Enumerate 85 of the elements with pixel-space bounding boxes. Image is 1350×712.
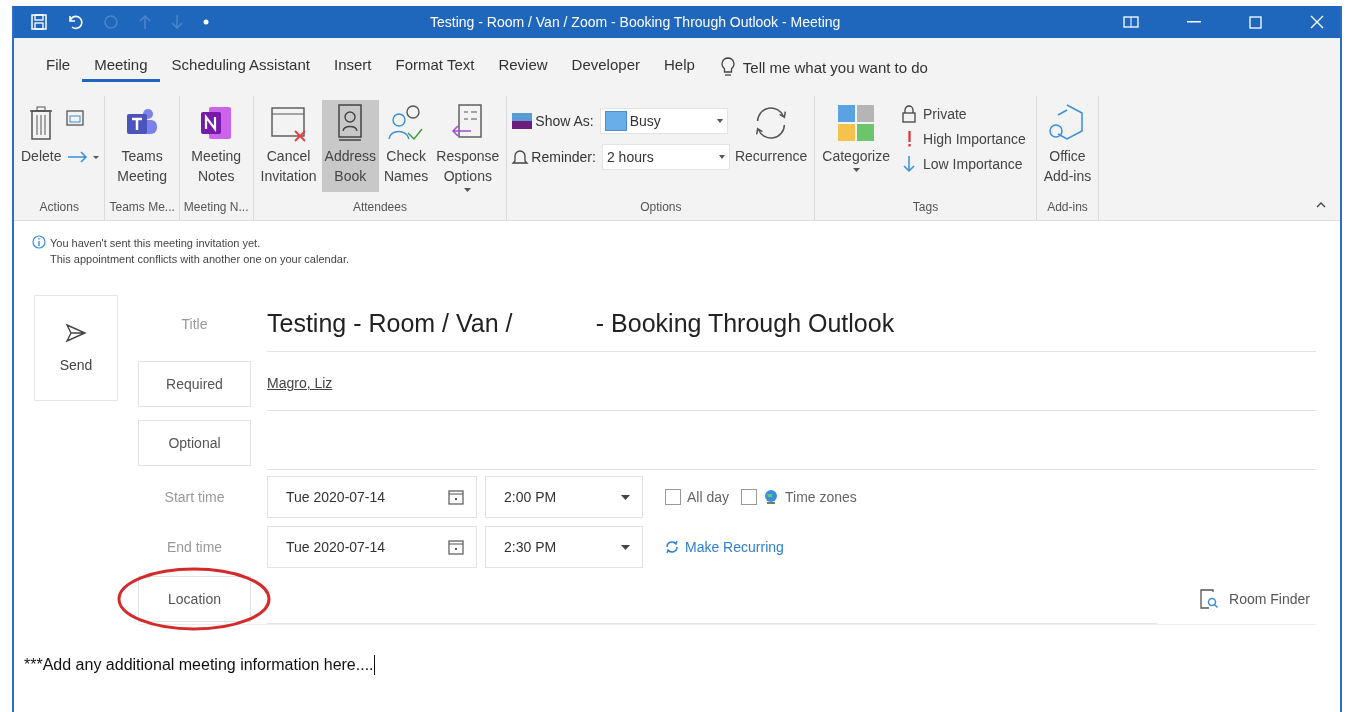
ribbon-tab[interactable]: Developer xyxy=(559,52,652,82)
tell-me-search[interactable]: Tell me what you want to do xyxy=(742,58,928,76)
date-field[interactable]: Tue 2020-07-14 xyxy=(267,526,477,568)
lock-icon xyxy=(901,105,917,123)
time-label: Start time xyxy=(163,489,226,505)
attendee-link[interactable]: Magro, Liz xyxy=(267,375,333,391)
ribbon-display-icon[interactable] xyxy=(1123,16,1139,28)
ribbon-button[interactable]: Office Add-ins xyxy=(1040,100,1095,192)
title-field[interactable]: Testing - Room / Van / - Booking Through Outlook xyxy=(267,308,895,338)
ribbon-tab[interactable]: Format Text xyxy=(383,52,487,82)
recurrence-icon xyxy=(665,540,679,554)
ribbon-button[interactable]: Address Book xyxy=(321,100,379,192)
down-arrow-icon xyxy=(170,13,184,31)
title-label: Title xyxy=(180,315,209,332)
room-finder-button[interactable]: Room Finder xyxy=(1193,588,1316,610)
info-icon xyxy=(32,235,46,249)
make-recurring-link[interactable]: Make Recurring xyxy=(665,539,784,555)
ribbon-small-button[interactable]: High Importance xyxy=(895,130,1032,148)
calendar-icon[interactable] xyxy=(66,110,85,126)
group-label: Actions xyxy=(39,200,79,216)
caret-icon xyxy=(621,544,630,550)
ribbon-tab[interactable]: Meeting xyxy=(82,52,160,82)
ribbon-button[interactable]: Delete xyxy=(18,100,65,192)
ribbon-button[interactable]: Categorize xyxy=(819,100,893,192)
ribbon-button[interactable]: Teams Meeting xyxy=(114,100,171,192)
info-message: You haven't sent this meeting invitation yet. xyxy=(50,236,262,251)
ribbon-tab[interactable]: Insert xyxy=(321,52,384,82)
ribbon-tab[interactable]: Help xyxy=(651,52,707,82)
time-zones-checkbox[interactable]: Time zones xyxy=(741,489,857,505)
caret-icon xyxy=(716,119,723,123)
field-label: Reminder: xyxy=(531,149,596,165)
group-label: Meeting N... xyxy=(183,200,249,216)
calendar-icon[interactable] xyxy=(448,539,464,555)
ribbon-tab[interactable]: Review xyxy=(486,52,560,82)
text-cursor xyxy=(373,655,375,675)
categorize-icon xyxy=(836,102,877,144)
ribbon-button[interactable]: Cancel Invitation xyxy=(257,100,320,192)
collapse-ribbon-icon[interactable] xyxy=(1316,202,1326,208)
location-button[interactable]: Location xyxy=(138,576,251,622)
save-icon[interactable] xyxy=(30,13,48,31)
dropdown-field[interactable]: Busy xyxy=(599,108,728,134)
message-body[interactable]: ***Add any additional meeting information here.... xyxy=(24,656,374,674)
up-arrow-icon xyxy=(138,13,152,31)
send-button[interactable]: Send xyxy=(34,295,118,401)
maximize-icon[interactable] xyxy=(1249,15,1262,29)
calendar-icon[interactable] xyxy=(448,489,464,505)
optional-button[interactable]: Optional xyxy=(138,419,251,466)
down-arrow-icon xyxy=(901,155,917,173)
ribbon-button[interactable]: Response Options xyxy=(433,100,503,194)
status-icon xyxy=(511,111,534,131)
lightbulb-icon xyxy=(720,57,735,77)
send-icon xyxy=(65,323,87,343)
group-label: Options xyxy=(640,200,682,216)
ribbon-button[interactable]: Recurrence xyxy=(731,100,811,192)
close-icon[interactable] xyxy=(1310,15,1324,29)
ribbon-button[interactable]: Check Names xyxy=(380,100,432,192)
window-title: Testing - Room / Van / Zoom - Booking Through Outlook - Meeting xyxy=(430,14,842,30)
forward-arrow-icon[interactable] xyxy=(66,150,101,164)
required-button[interactable]: Required xyxy=(138,360,251,407)
customize-icon[interactable] xyxy=(202,18,210,26)
caret-icon xyxy=(718,155,725,159)
info-message: This appointment conflicts with another one on your calendar. xyxy=(50,252,349,267)
time-label: End time xyxy=(165,539,224,555)
time-dropdown[interactable]: 2:00 PM xyxy=(485,476,643,518)
bell-icon xyxy=(511,148,530,166)
ribbon-tab[interactable]: File xyxy=(34,52,83,82)
time-dropdown[interactable]: 2:30 PM xyxy=(485,526,643,568)
ribbon-tab[interactable]: Scheduling Assistant xyxy=(159,52,322,82)
busy-swatch-icon xyxy=(604,111,627,131)
caret-icon xyxy=(621,494,630,500)
undo-icon[interactable] xyxy=(66,13,84,31)
date-field[interactable]: Tue 2020-07-14 xyxy=(267,476,477,518)
room-search-icon xyxy=(1199,589,1220,609)
field-label: Show As: xyxy=(535,113,594,129)
globe-icon xyxy=(763,489,780,505)
ribbon-button[interactable]: Meeting Notes xyxy=(188,100,245,192)
all-day-checkbox[interactable]: All day xyxy=(665,489,730,505)
dropdown-field[interactable]: 2 hours xyxy=(601,144,730,170)
ribbon-small-button[interactable]: Private xyxy=(895,104,1032,124)
exclamation-icon xyxy=(907,131,911,147)
group-label: Attendees xyxy=(352,200,407,216)
ribbon-small-button[interactable]: Low Importance xyxy=(895,154,1032,174)
group-label: Add-ins xyxy=(1047,200,1088,216)
group-label: Teams Me... xyxy=(109,200,175,216)
group-label: Tags xyxy=(912,200,939,216)
